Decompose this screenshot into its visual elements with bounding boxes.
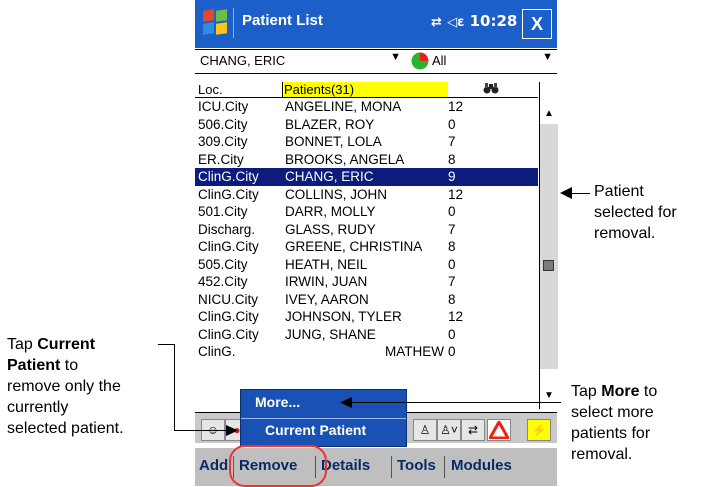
table-row[interactable]: 501.City DARR, MOLLY 0 bbox=[195, 203, 538, 221]
windows-start-icon[interactable] bbox=[203, 9, 229, 36]
table-row[interactable]: NICU.City IVEY, AARON 8 bbox=[195, 291, 538, 309]
left-arrow-icon bbox=[340, 397, 352, 408]
left-arrow-icon bbox=[560, 187, 572, 199]
selected-table-row[interactable]: ClinG.City CHANG, ERIC 9 bbox=[195, 168, 538, 186]
binoculars-icon bbox=[483, 83, 499, 94]
clock[interactable]: 10:28 bbox=[470, 12, 518, 30]
patient-rows: ICU.City ANGELINE, MONA 12 506.City BLAZER,… bbox=[195, 98, 538, 361]
pie-status-icon[interactable] bbox=[411, 52, 429, 70]
right-arrow-icon bbox=[226, 425, 238, 436]
volume-icon[interactable]: ◁ε bbox=[447, 15, 464, 30]
patient-select[interactable]: CHANG, ERIC ▼ bbox=[197, 51, 403, 70]
remove-popup-menu: More... Current Patient bbox=[240, 389, 407, 447]
menu-details[interactable]: Details bbox=[321, 457, 370, 474]
title-bar: Patient List ⇄ ◁ε 10:28 X bbox=[195, 0, 557, 48]
remove-highlight-oval bbox=[229, 445, 327, 487]
chevron-down-icon: ▼ bbox=[542, 51, 553, 63]
table-row[interactable]: 452.City IRWIN, JUAN 7 bbox=[195, 273, 538, 291]
callout-more: Tap More to select more patients for rem… bbox=[571, 383, 658, 463]
alert-triangle-icon[interactable] bbox=[487, 418, 511, 441]
window-title: Patient List bbox=[242, 12, 323, 29]
menu-tools[interactable]: Tools bbox=[397, 457, 436, 474]
more-menu-item[interactable]: More... bbox=[255, 394, 405, 420]
table-row[interactable]: ER.City BROOKS, ANGELA 8 bbox=[195, 151, 538, 169]
group-select[interactable]: All ▼ bbox=[432, 51, 555, 70]
column-header-binoculars[interactable] bbox=[449, 82, 533, 97]
menu-modules[interactable]: Modules bbox=[451, 457, 512, 474]
column-header-patients[interactable]: Patients(31) bbox=[284, 82, 448, 97]
connectivity-icon[interactable]: ⇄ bbox=[431, 15, 442, 30]
transfer-icon[interactable]: ⇄ bbox=[461, 419, 485, 441]
menu-divider bbox=[241, 418, 406, 419]
group-select-value: All bbox=[432, 53, 447, 68]
list-scrollbar[interactable]: ▲ ▼ bbox=[539, 82, 558, 409]
list-header: Loc. Patients(31) bbox=[195, 82, 538, 98]
table-row[interactable]: ICU.City ANGELINE, MONA 12 bbox=[195, 98, 538, 116]
column-header-location[interactable]: Loc. bbox=[198, 82, 283, 97]
table-row[interactable]: 506.City BLAZER, ROY 0 bbox=[195, 116, 538, 134]
table-row[interactable]: ClinG. MATHEW 0 bbox=[195, 343, 538, 361]
table-row[interactable]: 309.City BONNET, LOLA 7 bbox=[195, 133, 538, 151]
patient-list[interactable]: Loc. Patients(31) ICU.City ANGELINE, MONA… bbox=[195, 82, 538, 409]
table-row[interactable]: ClinG.City JOHNSON, TYLER 12 bbox=[195, 308, 538, 326]
chevron-down-icon: ▼ bbox=[390, 51, 401, 63]
callout-line-h1 bbox=[158, 344, 174, 345]
table-row[interactable]: 505.City HEATH, NEIL 0 bbox=[195, 256, 538, 274]
title-separator bbox=[233, 8, 234, 38]
scroll-track[interactable] bbox=[540, 124, 558, 369]
menu-add[interactable]: Add bbox=[199, 457, 228, 474]
menu-separator bbox=[391, 456, 392, 478]
menu-separator bbox=[444, 456, 445, 478]
person-dropdown-icon[interactable]: ♙˅ bbox=[437, 419, 461, 441]
scroll-up-icon[interactable]: ▲ bbox=[540, 106, 558, 122]
callout-line-v bbox=[174, 344, 175, 430]
scroll-thumb[interactable] bbox=[543, 260, 554, 271]
filter-row: CHANG, ERIC ▼ All ▼ bbox=[195, 49, 557, 74]
lightning-icon[interactable]: ⚡ bbox=[527, 419, 551, 441]
callout-arrow-line bbox=[352, 402, 561, 403]
table-row[interactable]: ClinG.City COLLINS, JOHN 12 bbox=[195, 186, 538, 204]
person-icon[interactable]: ♙ bbox=[413, 419, 437, 441]
callout-selected: Patient selected for removal. bbox=[594, 183, 677, 242]
callout-line-h2 bbox=[174, 430, 230, 431]
table-row[interactable]: ClinG.City GREENE, CHRISTINA 8 bbox=[195, 238, 538, 256]
status-area[interactable]: ⇄ ◁ε 10:28 bbox=[431, 12, 517, 30]
alert-shape bbox=[487, 418, 511, 440]
close-button[interactable]: X bbox=[522, 9, 552, 39]
table-row[interactable]: Discharg. GLASS, RUDY 7 bbox=[195, 221, 538, 239]
callout-current-patient: Tap Current Patient to remove only the c… bbox=[7, 336, 124, 437]
patient-select-value: CHANG, ERIC bbox=[200, 53, 286, 68]
table-row[interactable]: ClinG.City JUNG, SHANE 0 bbox=[195, 326, 538, 344]
